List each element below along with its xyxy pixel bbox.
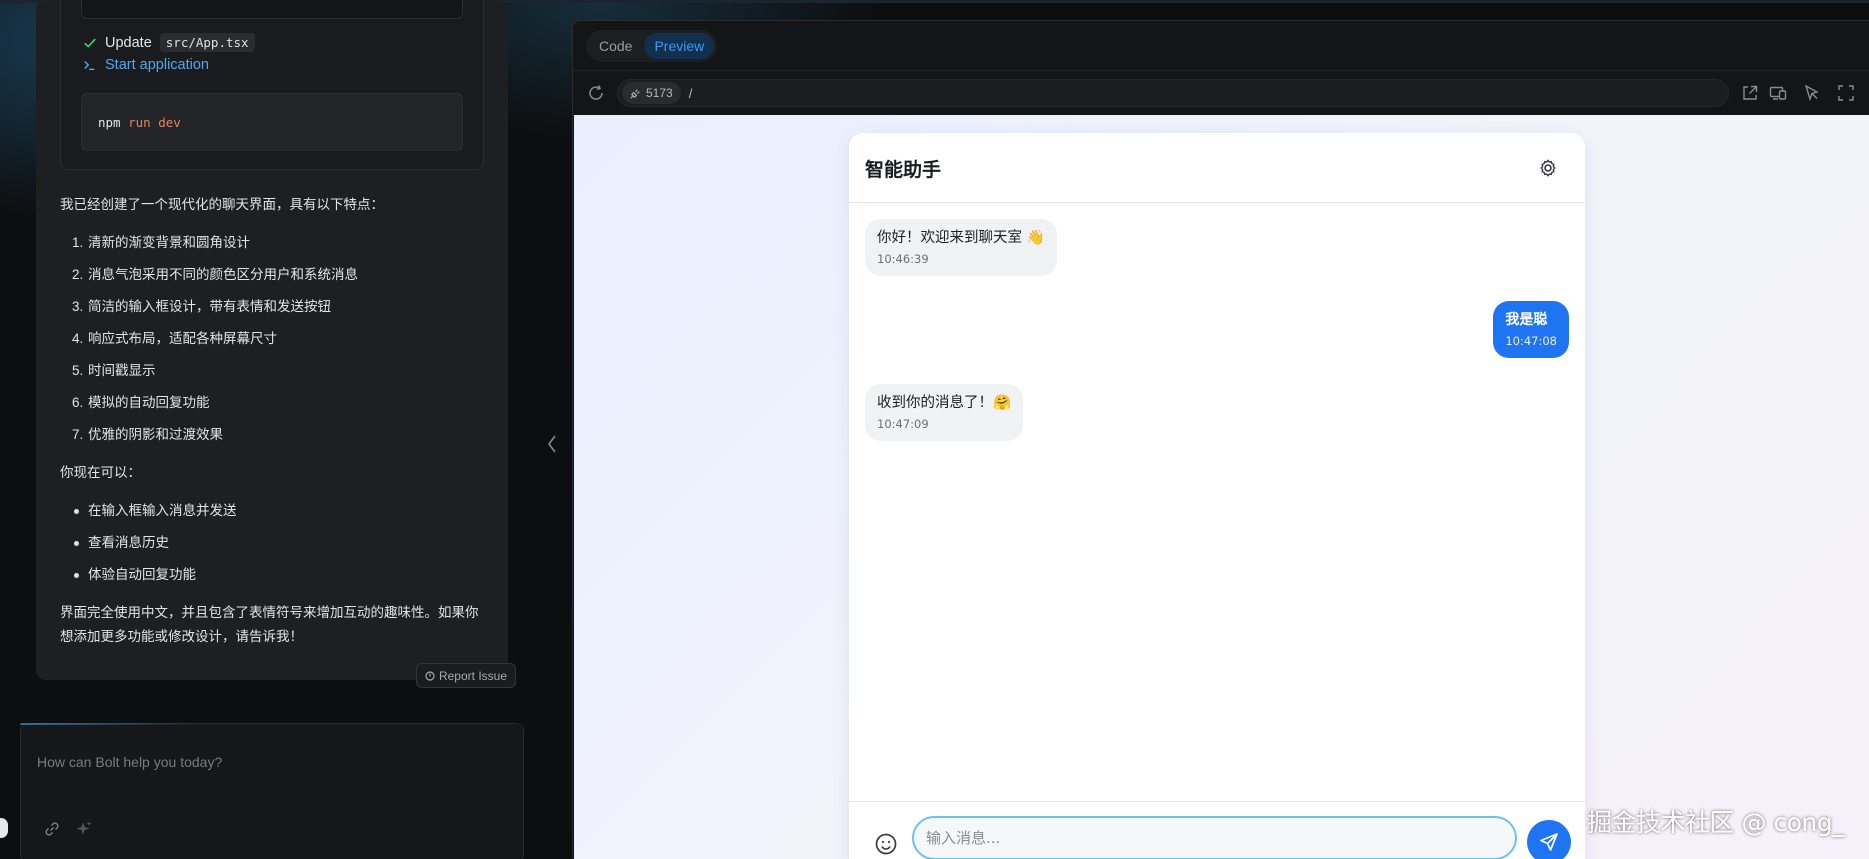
report-issue-label: Report Issue — [438, 668, 508, 683]
prompt-box — [20, 723, 524, 859]
report-issue-button[interactable]: Report Issue — [416, 663, 516, 688]
command-args: run dev — [128, 115, 181, 130]
app-header: 智能助手 — [849, 133, 1585, 203]
start-application-step: Start application — [83, 57, 209, 73]
link-icon[interactable] — [43, 820, 61, 838]
chat-app-window: 智能助手 你好！欢迎来到聊天室 👋 10:46:39 我是聪 10:47:08 … — [849, 133, 1585, 859]
workbench-panel: Code Preview 5173 / 智能助手 你好！欢迎来到聊天室 👋 10… — [572, 20, 1869, 859]
preview-toolbar: 5173 / — [573, 72, 1869, 114]
open-external-icon[interactable] — [1741, 84, 1759, 102]
update-step-label: Update — [105, 34, 152, 51]
list-item: 6. 模拟的自动回复功能 — [72, 395, 210, 410]
tab-preview[interactable]: Preview — [644, 33, 715, 59]
prompt-input[interactable] — [37, 742, 507, 782]
user-message: 我是聪 10:47:08 — [1493, 301, 1569, 358]
list-item: 在输入框输入消息并发送 — [60, 495, 490, 527]
list-item: 2. 消息气泡采用不同的颜色区分用户和系统消息 — [72, 267, 358, 282]
message-text: 我是聪 — [1505, 312, 1548, 328]
send-button[interactable] — [1527, 820, 1571, 859]
artifact-actions-box: Update src/App.tsx Start application npm… — [60, 0, 484, 170]
bot-message: 收到你的消息了！🤗 10:47:09 — [865, 384, 1024, 441]
workbench-header: Code Preview — [573, 21, 1869, 71]
collapse-panel-button[interactable] — [543, 432, 561, 456]
port-number: 5173 — [646, 86, 673, 100]
send-icon — [1540, 833, 1558, 851]
list-item: 3. 简洁的输入框设计，带有表情和发送按钮 — [72, 299, 331, 314]
message-time: 10:47:08 — [1505, 334, 1557, 348]
plug-icon — [630, 88, 640, 99]
watermark: 掘金技术社区 @ cong_ — [1587, 808, 1845, 837]
message-composer — [849, 801, 1585, 859]
chevron-left-icon — [548, 435, 556, 453]
port-selector[interactable]: 5173 — [622, 82, 681, 104]
update-file-step: Update src/App.tsx — [83, 33, 255, 52]
actions-intro: 你现在可以： — [60, 465, 141, 480]
actions-list: 在输入框输入消息并发送 查看消息历史 体验自动回复功能 — [60, 495, 490, 591]
sparkle-icon[interactable] — [75, 820, 93, 838]
terminal-icon — [84, 61, 95, 71]
check-icon — [84, 38, 96, 48]
list-item: 4. 响应式布局，适配各种屏幕尺寸 — [72, 331, 277, 346]
fullscreen-icon[interactable] — [1837, 84, 1855, 102]
list-item: 7. 优雅的阴影和过渡效果 — [72, 427, 223, 442]
chat-history[interactable]: Update src/App.tsx Start application npm… — [0, 0, 540, 720]
start-step-label: Start application — [105, 57, 209, 73]
answer-intro: 我已经创建了一个现代化的聊天界面，具有以下特点： — [60, 197, 384, 212]
message-text: 收到你的消息了！🤗 — [877, 395, 1012, 411]
view-toggle: Code Preview — [586, 30, 718, 62]
inspect-icon[interactable] — [1803, 84, 1821, 102]
message-time: 10:46:39 — [877, 252, 929, 266]
message-time: 10:47:09 — [877, 417, 929, 431]
previous-code-block — [81, 0, 463, 19]
command-block: npm run dev — [81, 93, 463, 151]
message-input[interactable] — [912, 816, 1517, 859]
gear-icon[interactable] — [1537, 157, 1559, 179]
preview-frame: 智能助手 你好！欢迎来到聊天室 👋 10:46:39 我是聪 10:47:08 … — [574, 115, 1869, 859]
message-text: 你好！欢迎来到聊天室 👋 — [877, 230, 1045, 246]
address-bar[interactable]: 5173 / — [617, 79, 1729, 107]
features-list: 1. 清新的渐变背景和圆角设计 2. 消息气泡采用不同的颜色区分用户和系统消息 3.… — [60, 227, 490, 451]
url-path: / — [688, 85, 693, 101]
tab-code[interactable]: Code — [589, 33, 642, 59]
update-file-path: src/App.tsx — [159, 33, 255, 52]
list-item: 体验自动回复功能 — [60, 559, 490, 591]
page-title: 智能助手 — [865, 159, 942, 181]
list-item: 5. 时间戳显示 — [72, 363, 156, 378]
answer-closing: 界面完全使用中文，并且包含了表情符号来增加互动的趣味性。如果你想添加更多功能或修… — [60, 605, 479, 644]
bot-message: 你好！欢迎来到聊天室 👋 10:46:39 — [865, 219, 1057, 276]
device-toggle-icon[interactable] — [1769, 84, 1787, 102]
smiley-icon[interactable] — [874, 832, 898, 856]
reload-icon[interactable] — [587, 84, 605, 102]
bug-icon — [425, 670, 435, 681]
command-prefix: npm — [98, 115, 129, 130]
list-item: 查看消息历史 — [60, 527, 490, 559]
assistant-answer: 我已经创建了一个现代化的聊天界面，具有以下特点： 1. 清新的渐变背景和圆角设计 … — [60, 193, 490, 649]
list-item: 1. 清新的渐变背景和圆角设计 — [72, 235, 250, 250]
